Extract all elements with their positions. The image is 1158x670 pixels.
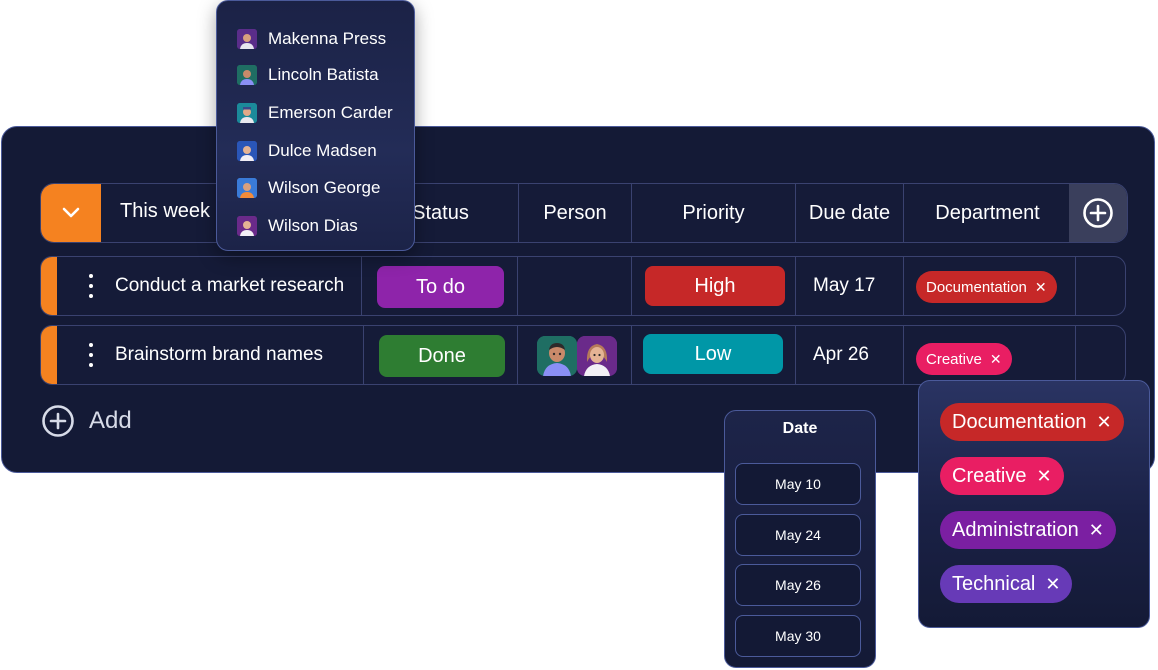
add-row-label: Add	[89, 407, 132, 434]
close-icon[interactable]: ✕	[1036, 466, 1051, 487]
chevron-down-icon	[62, 207, 80, 218]
group-header: This week Status Person Priority Due dat…	[40, 183, 1128, 243]
person-option[interactable]: Wilson George	[237, 178, 380, 198]
date-option[interactable]: May 24	[735, 514, 861, 556]
priority-pill[interactable]: High	[645, 266, 785, 306]
date-option[interactable]: May 26	[735, 564, 861, 606]
person-avatar-icon	[577, 336, 617, 376]
due-date-cell[interactable]: Apr 26	[795, 326, 903, 384]
department-option[interactable]: Administration ✕	[940, 511, 1116, 549]
close-icon[interactable]: ✕	[1045, 574, 1060, 595]
person-option-label: Makenna Press	[268, 29, 387, 48]
person-option[interactable]: Makenna Press	[237, 29, 386, 49]
person-avatar-icon	[237, 216, 257, 236]
add-row-button[interactable]: Add	[41, 404, 132, 438]
column-header-person[interactable]: Person	[518, 184, 631, 242]
department-option-label: Documentation	[952, 410, 1087, 433]
status-pill[interactable]: Done	[379, 335, 505, 377]
status-pill[interactable]: To do	[377, 266, 504, 308]
close-icon[interactable]: ✕	[1097, 412, 1112, 433]
column-header-department[interactable]: Department	[903, 184, 1071, 242]
table-row[interactable]: Conduct a market research To do High May…	[40, 256, 1126, 316]
status-cell: To do	[361, 257, 517, 315]
task-name[interactable]: Conduct a market research	[115, 275, 344, 297]
person-avatar-icon	[237, 178, 257, 198]
priority-cell: Low	[631, 326, 795, 384]
person-option[interactable]: Wilson Dias	[237, 216, 358, 236]
person-cell[interactable]	[517, 326, 631, 384]
person-avatar-icon	[237, 29, 257, 49]
department-cell: Creative ✕	[903, 326, 1075, 384]
priority-cell: High	[631, 257, 795, 315]
avatar[interactable]	[577, 336, 617, 376]
person-option[interactable]: Emerson Carder	[237, 103, 393, 123]
person-avatar-icon	[237, 103, 257, 123]
department-option-label: Administration	[952, 518, 1079, 541]
department-option-label: Creative	[952, 464, 1027, 487]
column-header-due-date[interactable]: Due date	[795, 184, 903, 242]
department-option[interactable]: Documentation ✕	[940, 403, 1124, 441]
person-avatar-icon	[237, 65, 257, 85]
close-icon[interactable]: ✕	[1035, 279, 1047, 296]
person-option[interactable]: Lincoln Batista	[237, 65, 379, 85]
person-option-label: Dulce Madsen	[268, 141, 377, 160]
plus-circle-icon	[42, 405, 74, 437]
department-tag-label: Documentation	[926, 278, 1027, 296]
department-tag[interactable]: Creative ✕	[916, 343, 1012, 375]
due-date-value: May 17	[813, 275, 876, 296]
person-option-label: Lincoln Batista	[268, 65, 379, 84]
close-icon[interactable]: ✕	[1089, 520, 1104, 541]
department-option-label: Technical	[952, 572, 1036, 595]
person-option[interactable]: Dulce Madsen	[237, 141, 377, 161]
department-option[interactable]: Creative ✕	[940, 457, 1064, 495]
empty-cell	[1075, 326, 1125, 384]
group-title: This week	[120, 200, 211, 222]
row-accent-stripe	[41, 326, 57, 384]
person-avatar-icon	[537, 336, 577, 376]
date-dropdown-title: Date	[782, 420, 818, 437]
add-column-button[interactable]	[1069, 184, 1127, 242]
close-icon[interactable]: ✕	[990, 351, 1002, 368]
person-option-label: Wilson George	[268, 178, 381, 197]
priority-pill[interactable]: Low	[643, 334, 783, 374]
due-date-cell[interactable]: May 17	[795, 257, 903, 315]
table-row[interactable]: Brainstorm brand names Done Low Apr 26 C…	[40, 325, 1126, 385]
department-tag-label: Creative	[926, 350, 982, 368]
due-date-value: Apr 26	[813, 344, 869, 365]
department-option[interactable]: Technical ✕	[940, 565, 1073, 603]
person-option-label: Wilson Dias	[268, 216, 358, 235]
person-avatar-icon	[237, 141, 257, 161]
column-header-priority[interactable]: Priority	[631, 184, 795, 242]
person-cell[interactable]	[517, 257, 631, 315]
row-accent-stripe	[41, 257, 57, 315]
plus-circle-icon	[1083, 198, 1113, 228]
kebab-menu-icon[interactable]	[86, 343, 96, 367]
person-option-label: Emerson Carder	[268, 103, 393, 122]
collapse-group-button[interactable]	[41, 184, 101, 242]
date-option[interactable]: May 10	[735, 463, 861, 505]
department-cell: Documentation ✕	[903, 257, 1075, 315]
department-dropdown: Documentation ✕ Creative ✕ Administratio…	[918, 380, 1150, 628]
department-tag[interactable]: Documentation ✕	[916, 271, 1057, 303]
status-cell: Done	[363, 326, 517, 384]
avatar[interactable]	[537, 336, 577, 376]
task-name[interactable]: Brainstorm brand names	[115, 344, 323, 366]
date-dropdown: Date May 10 May 24 May 26 May 30	[724, 410, 876, 668]
kebab-menu-icon[interactable]	[86, 274, 96, 298]
person-dropdown: Makenna Press Lincoln Batista Emerson Ca…	[216, 0, 415, 251]
date-option[interactable]: May 30	[735, 615, 861, 657]
empty-cell	[1075, 257, 1125, 315]
